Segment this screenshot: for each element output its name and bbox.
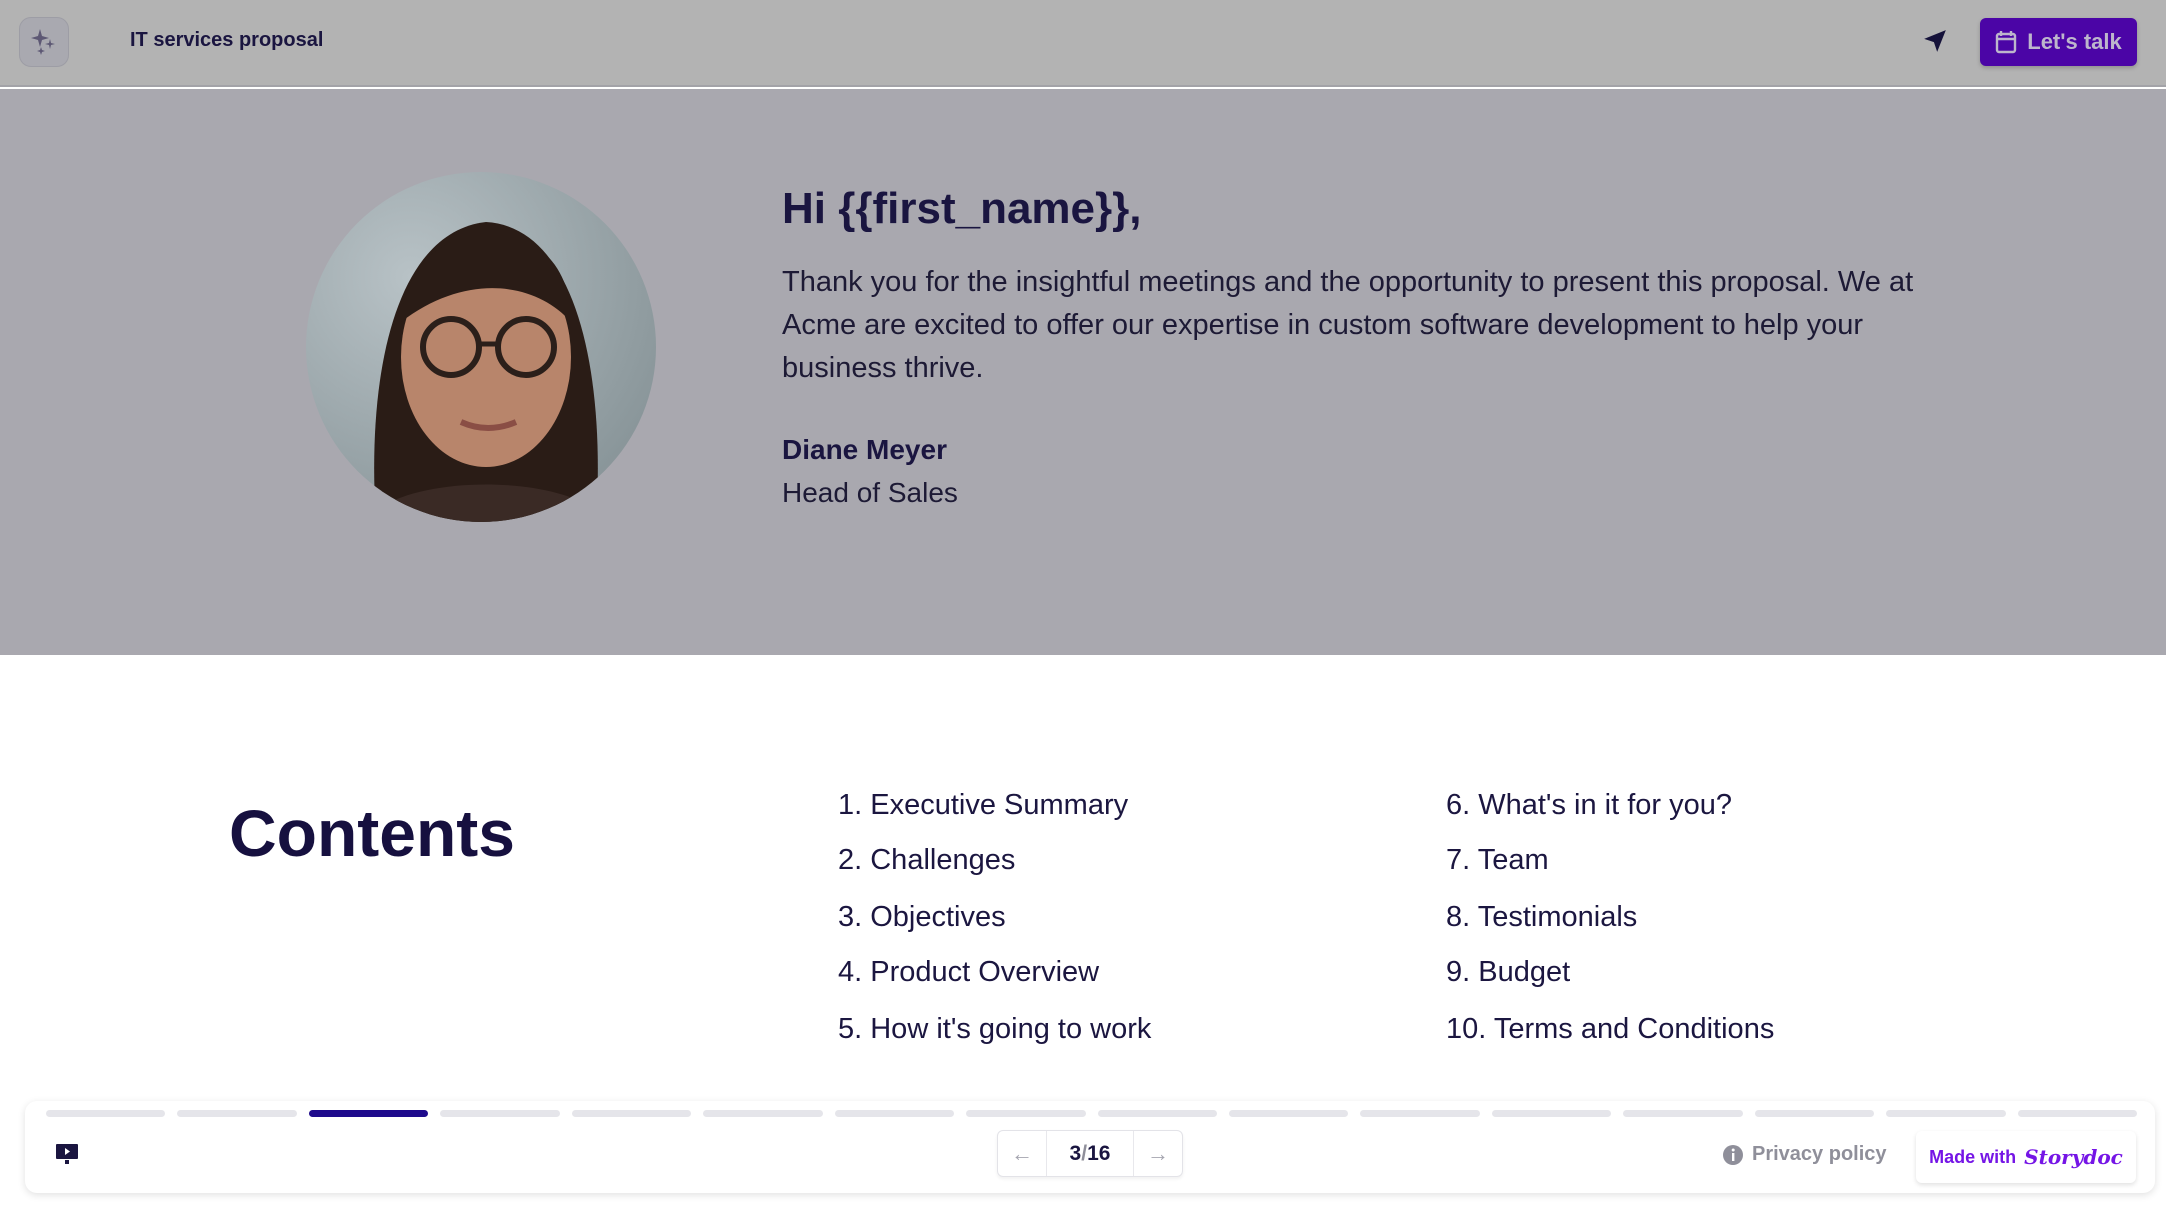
calendar-icon [1996, 31, 2017, 54]
progress-segment-5[interactable] [571, 1110, 692, 1117]
toc-item[interactable]: 3. Objectives [838, 901, 1006, 934]
made-with-storydoc-badge[interactable]: Made with Storydoc [1916, 1131, 2136, 1183]
contents-heading: Contents [229, 796, 515, 870]
progress-segment-10[interactable] [1228, 1110, 1349, 1117]
progress-segment-16[interactable] [2017, 1110, 2137, 1117]
progress-segment-2[interactable] [177, 1110, 297, 1117]
progress-segment-13[interactable] [1623, 1110, 1743, 1117]
toc-item[interactable]: 2. Challenges [838, 844, 1015, 877]
page-navigator: ← 3/16 → [997, 1130, 1183, 1177]
progress-segment-6[interactable] [703, 1110, 823, 1117]
sparkles-icon[interactable] [19, 17, 69, 67]
document-title: IT services proposal [130, 29, 324, 51]
progress-segment-12[interactable] [1491, 1110, 1612, 1117]
progress-segment-1[interactable] [46, 1110, 166, 1117]
total-pages: 16 [1087, 1141, 1111, 1165]
greeting: Hi {{first_name}}, [782, 184, 1142, 233]
progress-segment-7[interactable] [834, 1110, 955, 1117]
info-icon [1723, 1144, 1743, 1165]
progress-segment-15[interactable] [1886, 1110, 2006, 1117]
progress-segment-3[interactable] [308, 1110, 429, 1117]
sender-role: Head of Sales [782, 477, 958, 508]
presentation-mode-icon[interactable] [55, 1142, 79, 1171]
lets-talk-label: Let's talk [2027, 29, 2122, 54]
privacy-policy-label: Privacy policy [1752, 1143, 1887, 1165]
sender-avatar [306, 172, 656, 522]
page-indicator: 3/16 [1046, 1131, 1134, 1176]
toc-item[interactable]: 4. Product Overview [838, 956, 1099, 989]
intro-message: Thank you for the insightful meetings an… [782, 266, 1914, 384]
intro-section: Hi {{first_name}}, Thank you for the ins… [0, 89, 2166, 655]
previous-page-button[interactable]: ← [998, 1141, 1046, 1167]
paper-plane-icon[interactable] [1922, 28, 1948, 59]
progress-segment-8[interactable] [966, 1110, 1086, 1117]
toc-item[interactable]: 5. How it's going to work [838, 1013, 1151, 1046]
toc-item[interactable]: 10. Terms and Conditions [1446, 1013, 1774, 1046]
current-page: 3 [1069, 1141, 1082, 1165]
progress-segment-4[interactable] [440, 1110, 560, 1117]
toc-item[interactable]: 6. What's in it for you? [1446, 789, 1732, 822]
lets-talk-button[interactable]: Let's talk [1980, 18, 2137, 66]
toc-item[interactable]: 7. Team [1446, 844, 1549, 877]
progress-segment-14[interactable] [1754, 1110, 1875, 1117]
toc-item[interactable]: 9. Budget [1446, 956, 1570, 989]
made-with-label: Made with [1929, 1146, 2017, 1167]
top-bar: IT services proposal Let's talk [0, 0, 2166, 87]
privacy-policy-link[interactable]: Privacy policy [1722, 1143, 1887, 1166]
progress-segment-9[interactable] [1097, 1110, 1217, 1117]
storydoc-logo: Storydoc [2024, 1145, 2123, 1169]
toc-item[interactable]: 1. Executive Summary [838, 789, 1128, 822]
progress-segment-11[interactable] [1360, 1110, 1480, 1117]
toc-item[interactable]: 8. Testimonials [1446, 901, 1637, 934]
next-page-button[interactable]: → [1134, 1141, 1182, 1167]
sender-name: Diane Meyer [782, 434, 947, 465]
